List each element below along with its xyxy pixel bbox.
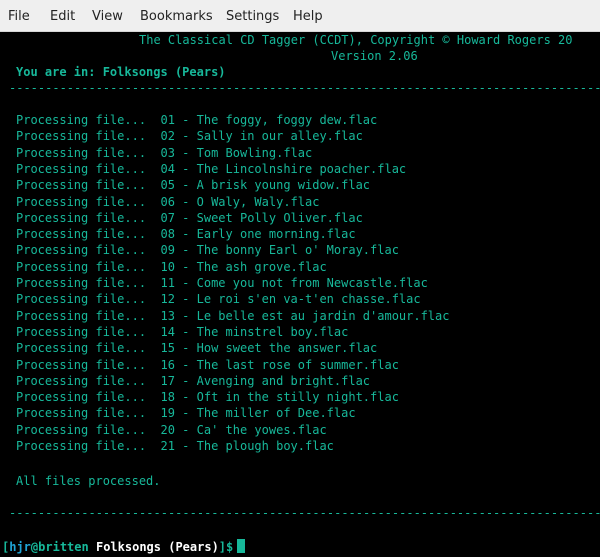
processing-prefix: Processing file... bbox=[16, 129, 147, 144]
processing-filename: 15 - How sweet the answer.flac bbox=[160, 341, 378, 356]
processing-prefix: Processing file... bbox=[16, 422, 147, 437]
processing-line: Processing file... 18 - Oft in the still… bbox=[16, 389, 399, 405]
processing-filename: 19 - The miller of Dee.flac bbox=[160, 406, 356, 421]
processing-prefix: Processing file... bbox=[16, 161, 147, 176]
header-title: The Classical CD Tagger (CCDT), Copyrigh… bbox=[139, 33, 573, 47]
processing-filename: 13 - Le belle est au jardin d'amour.flac bbox=[160, 308, 450, 323]
processing-line: Processing file... 03 - Tom Bowling.flac bbox=[16, 145, 312, 161]
processing-filename: 05 - A brisk young widow.flac bbox=[160, 178, 371, 193]
processing-line: Processing file... 20 - Ca' the yowes.fl… bbox=[16, 422, 327, 438]
processing-line: Processing file... 05 - A brisk young wi… bbox=[16, 177, 370, 193]
processing-filename: 11 - Come you not from Newcastle.flac bbox=[160, 276, 428, 290]
processing-line: Processing file... 21 - The plough boy.f… bbox=[16, 438, 334, 454]
processing-line: Processing file... 04 - The Lincolnshire… bbox=[16, 161, 406, 177]
processing-prefix: Processing file... bbox=[16, 259, 147, 274]
processing-prefix: Processing file... bbox=[16, 243, 147, 258]
processing-filename: 17 - Avenging and bright.flac bbox=[160, 373, 371, 388]
processing-prefix: Processing file... bbox=[16, 373, 147, 388]
processing-filename: 06 - O Waly, Waly.flac bbox=[160, 194, 320, 209]
processing-line: Processing file... 11 - Come you not fro… bbox=[16, 275, 428, 291]
processing-prefix: Processing file... bbox=[16, 178, 147, 193]
menu-settings[interactable]: Settings bbox=[226, 0, 279, 32]
processing-filename: 02 - Sally in our alley.flac bbox=[160, 129, 363, 144]
processing-line: Processing file... 01 - The foggy, foggy… bbox=[16, 112, 377, 128]
processing-prefix: Processing file... bbox=[16, 341, 147, 356]
processing-line: Processing file... 16 - The last rose of… bbox=[16, 357, 399, 373]
processing-line: Processing file... 06 - O Waly, Waly.fla… bbox=[16, 194, 319, 210]
processing-prefix: Processing file... bbox=[16, 227, 147, 242]
processing-filename: 20 - Ca' the yowes.flac bbox=[160, 422, 327, 437]
menu-help[interactable]: Help bbox=[293, 0, 323, 32]
prompt-close: ]$ bbox=[218, 540, 234, 554]
processing-prefix: Processing file... bbox=[16, 145, 147, 160]
separator-top: ----------------------------------------… bbox=[9, 81, 600, 95]
processing-line: Processing file... 08 - Early one mornin… bbox=[16, 226, 356, 242]
location-label: You are in: Folksongs (Pears) bbox=[16, 65, 226, 79]
processing-line: Processing file... 12 - Le roi s'en va-t… bbox=[16, 291, 421, 307]
terminal-output[interactable]: The Classical CD Tagger (CCDT), Copyrigh… bbox=[0, 32, 600, 557]
menu-edit[interactable]: Edit bbox=[50, 0, 75, 32]
menu-bar: File Edit View Bookmarks Settings Help bbox=[0, 0, 600, 32]
processing-prefix: Processing file... bbox=[16, 406, 147, 421]
processing-filename: 18 - Oft in the stilly night.flac bbox=[160, 390, 399, 405]
processing-filename: 03 - Tom Bowling.flac bbox=[160, 145, 313, 160]
processing-filename: 08 - Early one morning.flac bbox=[160, 227, 356, 242]
processing-line: Processing file... 14 - The minstrel boy… bbox=[16, 324, 348, 340]
menu-bookmarks[interactable]: Bookmarks bbox=[140, 0, 213, 32]
processing-prefix: Processing file... bbox=[16, 439, 147, 453]
processing-prefix: Processing file... bbox=[16, 210, 147, 225]
menu-view[interactable]: View bbox=[92, 0, 123, 32]
processing-filename: 16 - The last rose of summer.flac bbox=[160, 357, 399, 372]
processing-line: Processing file... 13 - Le belle est au … bbox=[16, 308, 449, 324]
processing-prefix: Processing file... bbox=[16, 113, 147, 127]
prompt-host: britten bbox=[38, 540, 89, 554]
processing-filename: 04 - The Lincolnshire poacher.flac bbox=[160, 161, 407, 176]
processing-prefix: Processing file... bbox=[16, 357, 147, 372]
terminal-window: File Edit View Bookmarks Settings Help T… bbox=[0, 0, 600, 557]
processing-prefix: Processing file... bbox=[16, 276, 147, 290]
processing-filename: 09 - The bonny Earl o' Moray.flac bbox=[160, 243, 399, 258]
processing-line: Processing file... 09 - The bonny Earl o… bbox=[16, 242, 399, 258]
processing-line: Processing file... 15 - How sweet the an… bbox=[16, 340, 377, 356]
processing-filename: 01 - The foggy, foggy dew.flac bbox=[160, 113, 378, 127]
processing-filename: 21 - The plough boy.flac bbox=[160, 439, 334, 453]
shell-prompt: [hjr@britten Folksongs (Pears)]$ bbox=[2, 539, 246, 555]
processing-prefix: Processing file... bbox=[16, 308, 147, 323]
processing-filename: 14 - The minstrel boy.flac bbox=[160, 324, 349, 339]
processing-filename: 12 - Le roi s'en va-t'en chasse.flac bbox=[160, 292, 421, 307]
processing-prefix: Processing file... bbox=[16, 390, 147, 405]
processing-filename: 10 - The ash grove.flac bbox=[160, 259, 327, 274]
prompt-user: hjr bbox=[9, 540, 31, 554]
processing-line: Processing file... 02 - Sally in our all… bbox=[16, 128, 363, 144]
separator-bottom: ----------------------------------------… bbox=[9, 506, 600, 520]
text-cursor bbox=[237, 539, 246, 553]
done-message: All files processed. bbox=[16, 474, 161, 488]
processing-line: Processing file... 17 - Avenging and bri… bbox=[16, 373, 370, 389]
processing-prefix: Processing file... bbox=[16, 194, 147, 209]
processing-line: Processing file... 07 - Sweet Polly Oliv… bbox=[16, 210, 363, 226]
menu-file[interactable]: File bbox=[8, 0, 30, 32]
processing-prefix: Processing file... bbox=[16, 324, 147, 339]
header-version: Version 2.06 bbox=[331, 49, 418, 63]
processing-prefix: Processing file... bbox=[16, 292, 147, 307]
processing-filename: 07 - Sweet Polly Oliver.flac bbox=[160, 210, 363, 225]
processing-line: Processing file... 10 - The ash grove.fl… bbox=[16, 259, 327, 275]
prompt-cwd: Folksongs (Pears) bbox=[95, 540, 219, 554]
processing-line: Processing file... 19 - The miller of De… bbox=[16, 405, 356, 421]
